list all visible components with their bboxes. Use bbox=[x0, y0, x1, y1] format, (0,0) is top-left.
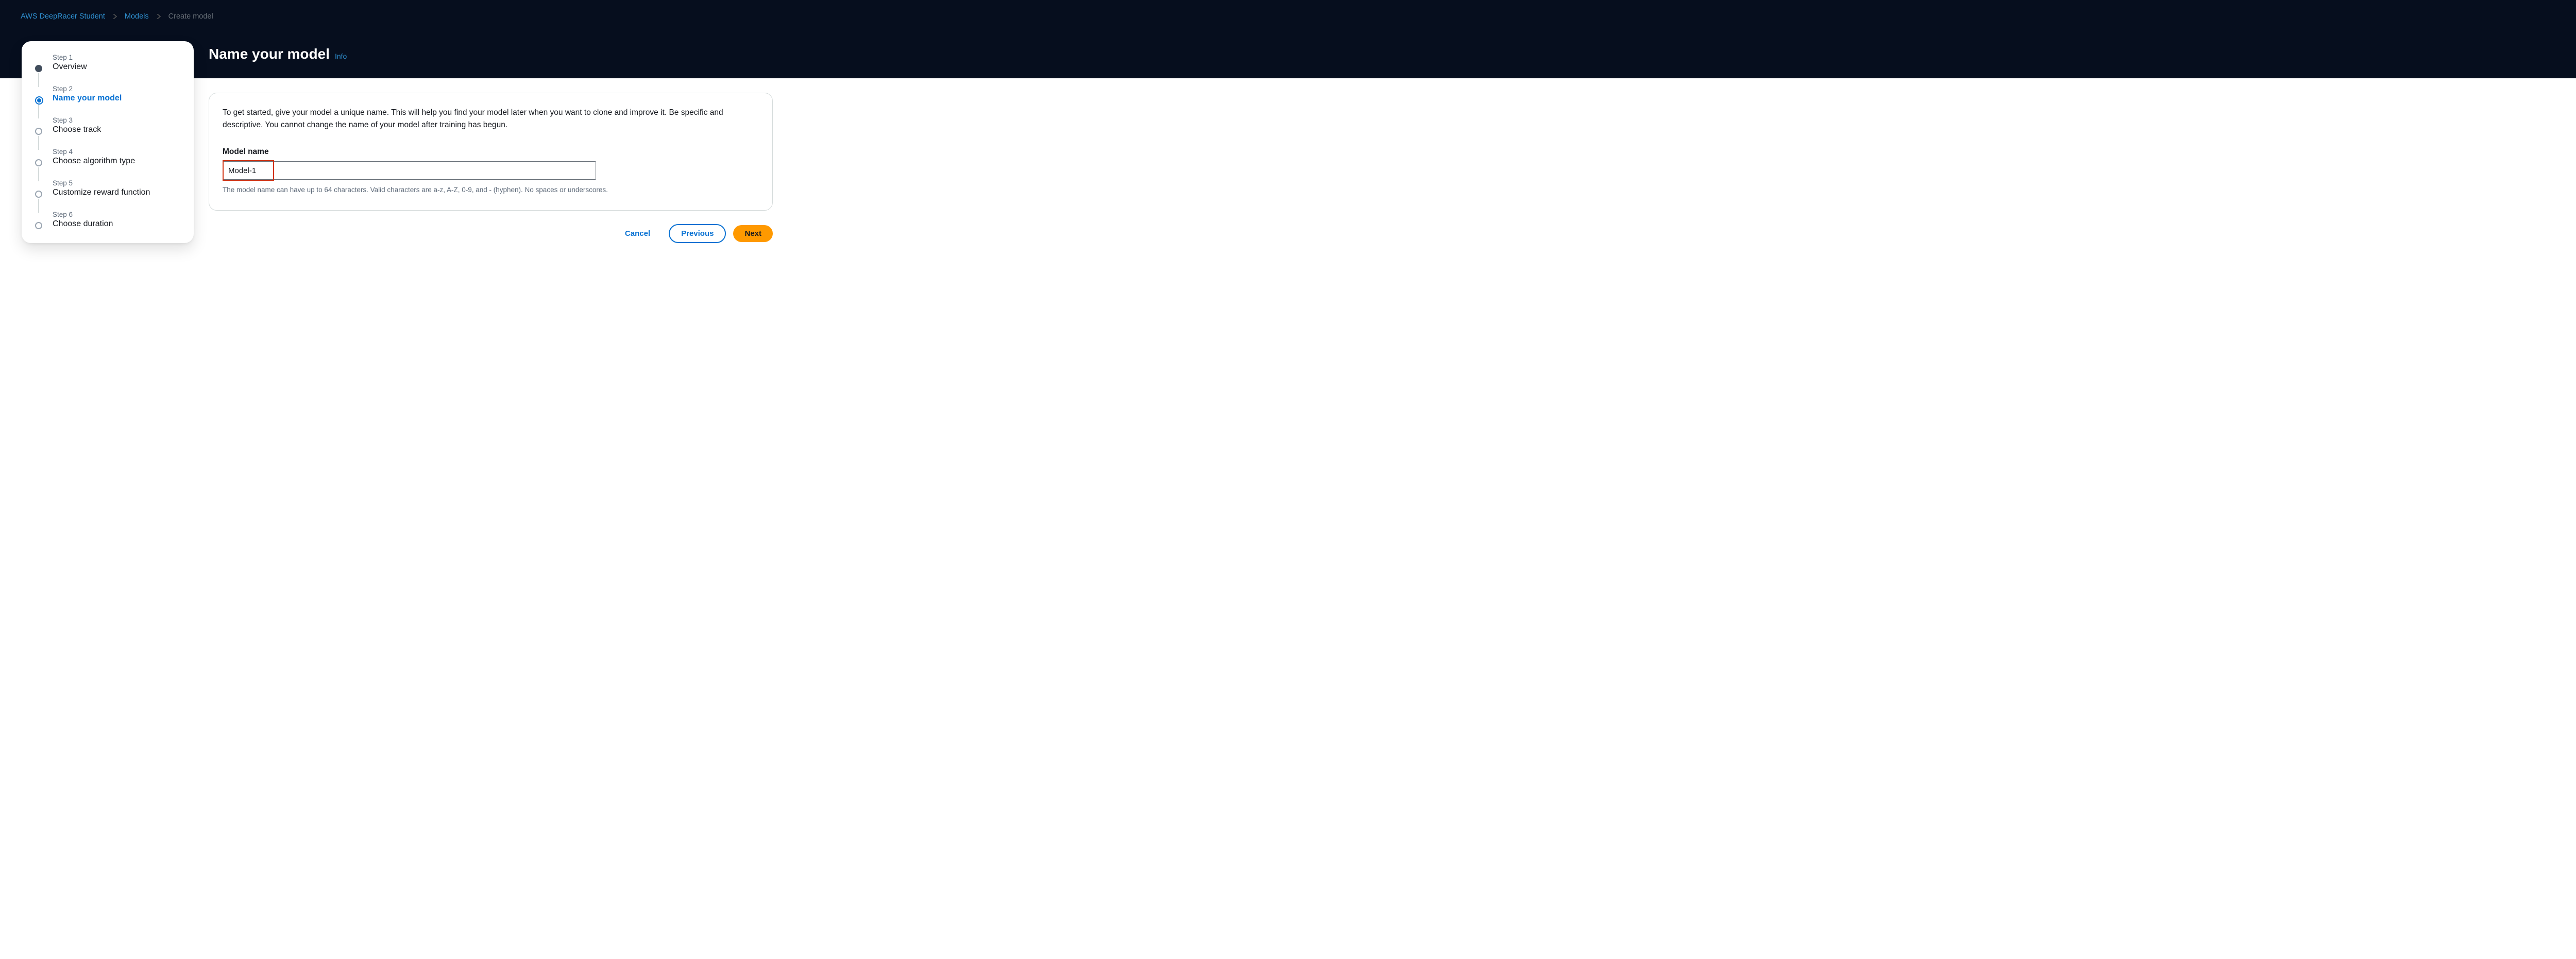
step-marker-icon bbox=[35, 65, 42, 72]
next-button[interactable]: Next bbox=[733, 225, 773, 242]
model-name-hint: The model name can have up to 64 charact… bbox=[223, 185, 759, 196]
model-name-field-block: Model name The model name can have up to… bbox=[223, 146, 759, 196]
model-name-label: Model name bbox=[223, 146, 759, 158]
breadcrumbs: AWS DeepRacer Student Models Create mode… bbox=[21, 5, 2555, 28]
step-title: Choose algorithm type bbox=[53, 157, 182, 166]
wizard-step-1[interactable]: Step 1 Overview bbox=[33, 54, 182, 72]
intro-text: To get started, give your model a unique… bbox=[223, 107, 759, 131]
step-label: Step 6 bbox=[53, 211, 182, 218]
step-label: Step 2 bbox=[53, 85, 182, 93]
wizard-step-6[interactable]: Step 6 Choose duration bbox=[33, 211, 182, 229]
model-name-input[interactable] bbox=[223, 161, 596, 180]
cancel-button[interactable]: Cancel bbox=[614, 225, 662, 242]
wizard-step-5[interactable]: Step 5 Customize reward function bbox=[33, 179, 182, 197]
breadcrumb-root[interactable]: AWS DeepRacer Student bbox=[21, 12, 105, 21]
wizard-step-3[interactable]: Step 3 Choose track bbox=[33, 116, 182, 134]
info-link[interactable]: Info bbox=[335, 52, 347, 60]
step-marker-icon bbox=[35, 159, 42, 166]
step-marker-icon bbox=[35, 96, 43, 105]
step-label: Step 5 bbox=[53, 179, 182, 187]
chevron-right-icon bbox=[112, 12, 117, 21]
breadcrumb-current: Create model bbox=[168, 12, 213, 21]
content-area: Step 1 Overview Step 2 Name your model S… bbox=[0, 78, 2576, 315]
wizard-nav: Step 1 Overview Step 2 Name your model S… bbox=[22, 41, 194, 243]
step-label: Step 3 bbox=[53, 116, 182, 124]
step-title: Choose track bbox=[53, 125, 182, 134]
step-title: Customize reward function bbox=[53, 188, 182, 197]
wizard-step-2[interactable]: Step 2 Name your model bbox=[33, 85, 182, 103]
step-label: Step 1 bbox=[53, 54, 182, 61]
previous-button[interactable]: Previous bbox=[669, 224, 726, 243]
wizard-actions: Cancel Previous Next bbox=[209, 224, 773, 243]
step-label: Step 4 bbox=[53, 148, 182, 156]
step-title: Name your model bbox=[53, 94, 182, 103]
step-title: Choose duration bbox=[53, 219, 182, 229]
page-title: Name your model bbox=[209, 46, 330, 62]
step-marker-icon bbox=[35, 128, 42, 135]
step-marker-icon bbox=[35, 222, 42, 229]
page-title-row: Name your model Info bbox=[21, 28, 2555, 75]
main-panel: To get started, give your model a unique… bbox=[209, 78, 793, 259]
name-model-card: To get started, give your model a unique… bbox=[209, 93, 773, 211]
breadcrumb-models[interactable]: Models bbox=[125, 12, 149, 21]
input-wrap bbox=[223, 161, 596, 180]
header: AWS DeepRacer Student Models Create mode… bbox=[0, 0, 2576, 78]
step-marker-icon bbox=[35, 191, 42, 198]
wizard-step-4[interactable]: Step 4 Choose algorithm type bbox=[33, 148, 182, 166]
chevron-right-icon bbox=[156, 12, 161, 21]
step-title: Overview bbox=[53, 62, 182, 72]
